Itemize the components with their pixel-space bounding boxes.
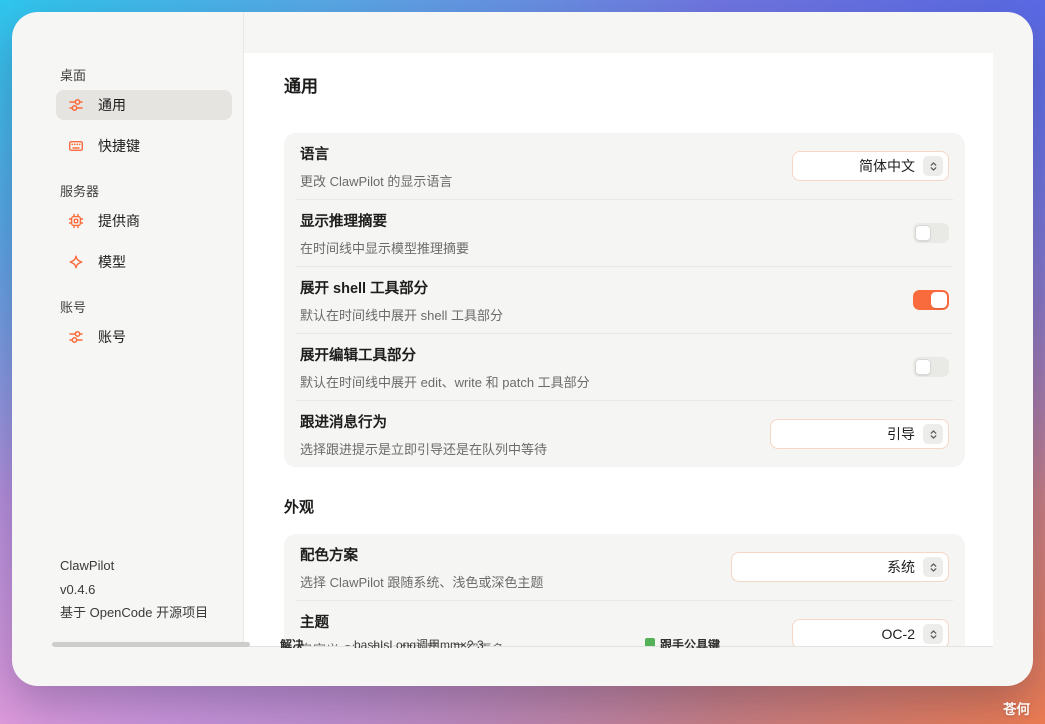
setting-description: 在时间线中显示模型推理摘要 [300, 238, 469, 257]
chevron-up-down-icon [923, 624, 943, 644]
setting-row-expand-shell: 展开 shell 工具部分 默认在时间线中展开 shell 工具部分 [284, 267, 965, 333]
expand-shell-toggle[interactable] [913, 290, 949, 310]
sidebar-section-desktop: 桌面 [60, 68, 243, 84]
setting-description: 默认在时间线中展开 shell 工具部分 [300, 305, 503, 324]
theme-select[interactable]: OC-2 [792, 619, 949, 647]
reasoning-summary-toggle[interactable] [913, 223, 949, 243]
page-title: 通用 [284, 72, 965, 97]
expand-edit-toggle[interactable] [913, 357, 949, 377]
keyboard-icon [68, 138, 84, 154]
app-based-on: 基于 OpenCode 开源项目 [60, 601, 208, 625]
sidebar-section-server: 服务器 [60, 184, 243, 200]
window-bottom-bar [52, 642, 250, 647]
color-scheme-select[interactable]: 系统 [731, 552, 949, 582]
setting-label: 展开编辑工具部分 [300, 344, 590, 365]
followup-behavior-select[interactable]: 引导 [770, 419, 949, 449]
language-select[interactable]: 简体中文 [792, 151, 949, 181]
chevron-up-down-icon [923, 156, 943, 176]
app-info: ClawPilot v0.4.6 基于 OpenCode 开源项目 [60, 554, 208, 625]
app-name: ClawPilot [60, 554, 208, 578]
select-value: 简体中文 [859, 156, 915, 176]
clipped-text-fragment: 跟手公具键 [660, 639, 720, 648]
toggle-knob [915, 359, 931, 375]
chip-icon [68, 213, 84, 229]
setting-row-followup-behavior: 跟进消息行为 选择跟进提示是立即引导还是在队列中等待 引导 [284, 401, 965, 467]
settings-panel: 通用 语言 更改 ClawPilot 的显示语言 简体中文 [244, 53, 993, 647]
setting-description: 更改 ClawPilot 的显示语言 [300, 171, 452, 190]
setting-row-language: 语言 更改 ClawPilot 的显示语言 简体中文 [284, 133, 965, 199]
setting-description: 选择跟进提示是立即引导还是在队列中等待 [300, 439, 547, 458]
setting-label: 展开 shell 工具部分 [300, 277, 503, 298]
sidebar: 桌面 通用 快捷键 服务器 [12, 12, 243, 686]
sidebar-item-shortcuts[interactable]: 快捷键 [56, 131, 232, 161]
sidebar-item-label: 通用 [98, 95, 126, 115]
sidebar-item-label: 提供商 [98, 211, 140, 231]
sidebar-item-label: 账号 [98, 327, 126, 347]
sidebar-item-account[interactable]: 账号 [56, 322, 232, 352]
sidebar-item-providers[interactable]: 提供商 [56, 206, 232, 236]
sidebar-section-account: 账号 [60, 300, 243, 316]
sidebar-item-models[interactable]: 模型 [56, 247, 232, 277]
clawpilot-settings-window: 桌面 通用 快捷键 服务器 [12, 12, 1033, 686]
sidebar-item-label: 模型 [98, 252, 126, 272]
sidebar-item-label: 快捷键 [98, 136, 140, 156]
clipped-text-fragment: 解决 [280, 639, 304, 648]
appearance-settings-card: 配色方案 选择 ClawPilot 跟随系统、浅色或深色主题 系统 主题 自定 [284, 534, 965, 647]
setting-label: 配色方案 [300, 544, 543, 565]
select-value: 引导 [887, 424, 915, 444]
select-value: 系统 [887, 557, 915, 577]
app-version: v0.4.6 [60, 578, 208, 602]
toggle-knob [931, 292, 947, 308]
setting-label: 语言 [300, 143, 452, 164]
setting-label: 显示推理摘要 [300, 210, 469, 231]
sparkle-icon [68, 254, 84, 270]
sliders-icon [68, 97, 84, 113]
general-settings-card: 语言 更改 ClawPilot 的显示语言 简体中文 显示推理摘要 在时间线中 [284, 133, 965, 467]
setting-label: 主题 [300, 611, 504, 632]
toggle-knob [915, 225, 931, 241]
sidebar-item-general[interactable]: 通用 [56, 90, 232, 120]
watermark: 苍何 [1003, 698, 1030, 718]
sliders-icon [68, 329, 84, 345]
setting-row-reasoning-summary: 显示推理摘要 在时间线中显示模型推理摘要 [284, 200, 965, 266]
section-title-appearance: 外观 [284, 496, 965, 517]
setting-row-color-scheme: 配色方案 选择 ClawPilot 跟随系统、浅色或深色主题 系统 [284, 534, 965, 600]
setting-description: 选择 ClawPilot 跟随系统、浅色或深色主题 [300, 572, 543, 591]
chevron-up-down-icon [923, 424, 943, 444]
clipped-text-fragment: bashIsLong调用mm×2 3 [354, 639, 484, 648]
setting-description: 默认在时间线中展开 edit、write 和 patch 工具部分 [300, 372, 590, 391]
setting-row-expand-edit: 展开编辑工具部分 默认在时间线中展开 edit、write 和 patch 工具… [284, 334, 965, 400]
setting-label: 跟进消息行为 [300, 411, 547, 432]
select-value: OC-2 [882, 626, 915, 642]
green-badge-icon [645, 638, 655, 646]
chevron-up-down-icon [923, 557, 943, 577]
